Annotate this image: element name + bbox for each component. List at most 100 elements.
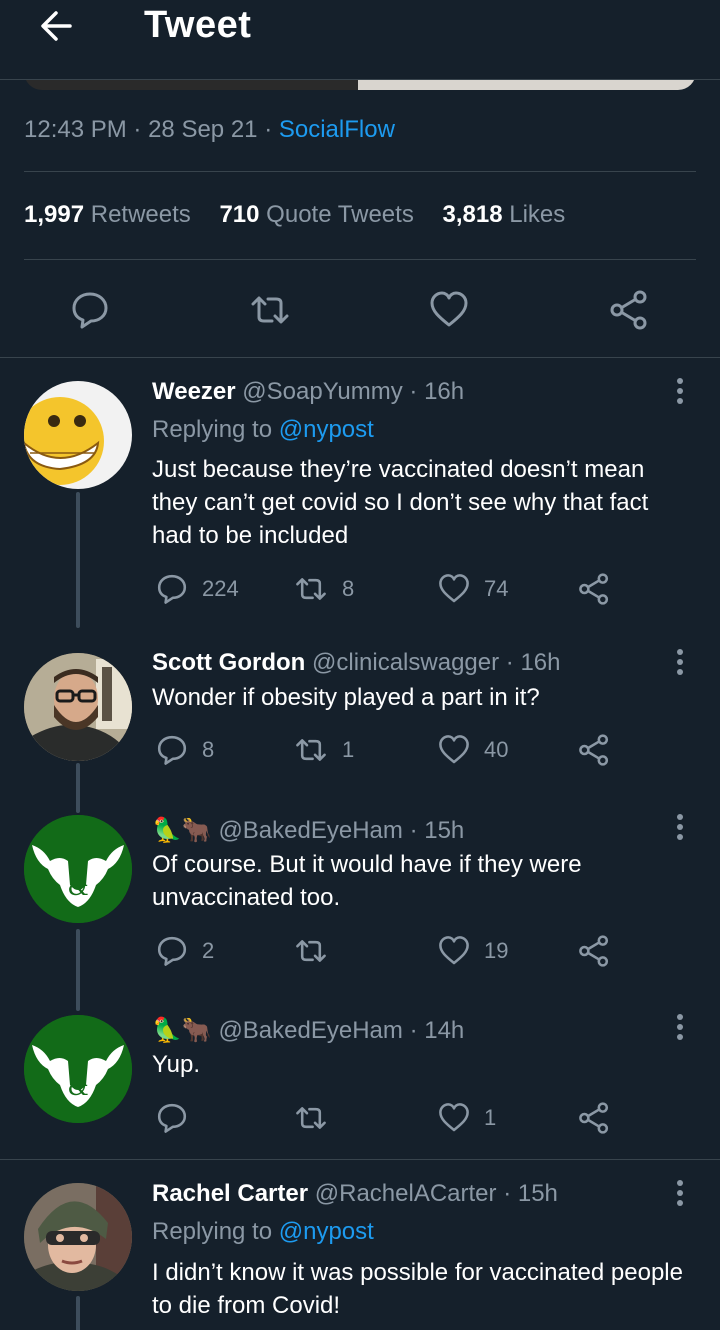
- retweet-button[interactable]: [250, 290, 290, 330]
- retweet-icon: [296, 940, 326, 962]
- tweet-text: Wonder if obesity played a part in it?: [152, 684, 540, 711]
- retweet-count: 1: [342, 737, 355, 762]
- share-icon: [579, 935, 609, 967]
- retweet-count: 8: [342, 576, 355, 601]
- reply-actions: 2 19: [152, 934, 622, 968]
- reply-button[interactable]: 224: [156, 572, 239, 606]
- timestamp[interactable]: 14h: [424, 1017, 464, 1044]
- share-icon: [579, 573, 609, 605]
- share-icon: [610, 290, 647, 330]
- reply-icon: [72, 292, 108, 329]
- more-vertical-icon: [677, 378, 683, 404]
- more-vertical-icon: [677, 814, 683, 840]
- display-name[interactable]: 🦜🐂: [152, 817, 212, 844]
- back-button[interactable]: [36, 6, 76, 46]
- share-icon: [579, 1102, 609, 1134]
- timestamp[interactable]: 15h: [518, 1180, 558, 1207]
- reply-count: 224: [202, 576, 239, 601]
- share-button[interactable]: [578, 572, 610, 606]
- tweet-text: Yup.: [152, 1051, 201, 1078]
- retweet-button[interactable]: [294, 934, 328, 968]
- svg-text:&: &: [67, 1073, 88, 1101]
- reply-icon: [157, 936, 187, 966]
- handle[interactable]: @clinicalswagger: [312, 649, 499, 676]
- retweet-icon: [296, 578, 326, 600]
- heart-icon: [439, 574, 469, 603]
- reply-button[interactable]: 2: [156, 934, 214, 968]
- more-options-button[interactable]: [668, 1013, 692, 1043]
- more-vertical-icon: [677, 1180, 683, 1206]
- reply-header: 🦜🐂 @BakedEyeHam · 14h: [152, 1017, 465, 1044]
- reply-header: Rachel Carter @RachelACarter · 15h: [152, 1180, 558, 1207]
- heart-icon: [439, 936, 469, 965]
- like-count: 19: [484, 938, 509, 963]
- mention-link[interactable]: @nypost: [279, 416, 374, 443]
- retweet-button[interactable]: 8: [294, 572, 354, 606]
- tweet-date: 28 Sep 21: [148, 116, 258, 143]
- like-button[interactable]: 1: [438, 1101, 496, 1135]
- antler-logo-avatar: &: [24, 1015, 132, 1123]
- thread-line: [76, 929, 80, 1011]
- thread-line: [76, 1296, 80, 1330]
- retweet-icon: [296, 1107, 326, 1129]
- person-photo-avatar: [24, 1183, 132, 1291]
- avatar[interactable]: [24, 653, 132, 761]
- share-button[interactable]: [578, 1101, 610, 1135]
- more-options-button[interactable]: [668, 1179, 692, 1209]
- reply-actions: 1: [152, 1101, 622, 1135]
- avatar[interactable]: &: [24, 815, 132, 923]
- grinning-face-avatar: [24, 397, 104, 485]
- handle[interactable]: @SoapYummy: [242, 378, 402, 405]
- timestamp[interactable]: 16h: [424, 378, 464, 405]
- top-bar: Tweet: [0, 0, 720, 80]
- divider: [0, 1159, 720, 1160]
- display-name[interactable]: Scott Gordon: [152, 649, 305, 676]
- retweet-icon: [296, 739, 326, 761]
- display-name[interactable]: Rachel Carter: [152, 1180, 308, 1207]
- like-button[interactable]: [429, 290, 469, 330]
- handle[interactable]: @BakedEyeHam: [218, 1017, 402, 1044]
- like-button[interactable]: 19: [438, 934, 508, 968]
- replying-to: Replying to @nypost: [152, 416, 374, 443]
- handle[interactable]: @BakedEyeHam: [218, 817, 402, 844]
- retweets-stat[interactable]: 1,997 Retweets: [24, 201, 191, 228]
- display-name[interactable]: 🦜🐂: [152, 1017, 212, 1044]
- avatar[interactable]: &: [24, 1015, 132, 1123]
- thread-line: [76, 492, 80, 628]
- share-button[interactable]: [578, 733, 610, 767]
- like-count: 40: [484, 737, 509, 762]
- reply-icon: [157, 735, 187, 765]
- timestamp[interactable]: 15h: [424, 817, 464, 844]
- retweet-button[interactable]: [294, 1101, 328, 1135]
- tweet-text: Of course. But it would have if they wer…: [152, 851, 582, 911]
- heart-icon: [430, 291, 468, 327]
- more-options-button[interactable]: [668, 813, 692, 843]
- reply-button[interactable]: [156, 1101, 188, 1135]
- avatar[interactable]: [24, 381, 132, 489]
- mention-link[interactable]: @nypost: [279, 1218, 374, 1245]
- share-button[interactable]: [578, 934, 610, 968]
- more-options-button[interactable]: [668, 648, 692, 678]
- share-button[interactable]: [609, 290, 649, 330]
- handle[interactable]: @RachelACarter: [315, 1180, 497, 1207]
- display-name[interactable]: Weezer: [152, 378, 236, 405]
- like-count: 74: [484, 576, 509, 601]
- reply-button[interactable]: 8: [156, 733, 214, 767]
- like-button[interactable]: 40: [438, 733, 508, 767]
- quote-tweets-stat[interactable]: 710 Quote Tweets: [219, 201, 413, 228]
- like-button[interactable]: 74: [438, 572, 508, 606]
- reply-actions: 8 1 40: [152, 733, 622, 767]
- like-count: 1: [484, 1105, 497, 1130]
- tweet-source-link[interactable]: SocialFlow: [279, 116, 395, 143]
- reply-count: 8: [202, 737, 215, 762]
- tweet-text: I didn’t know it was possible for vaccin…: [152, 1259, 683, 1319]
- replying-to: Replying to @nypost: [152, 1218, 374, 1245]
- retweet-button[interactable]: 1: [294, 733, 354, 767]
- reply-button[interactable]: [70, 290, 110, 330]
- arrow-left-icon: [41, 11, 72, 41]
- timestamp[interactable]: 16h: [520, 649, 560, 676]
- tweet-time: 12:43 PM: [24, 116, 127, 143]
- likes-stat[interactable]: 3,818 Likes: [443, 201, 566, 228]
- more-options-button[interactable]: [668, 377, 692, 407]
- avatar[interactable]: [24, 1183, 132, 1291]
